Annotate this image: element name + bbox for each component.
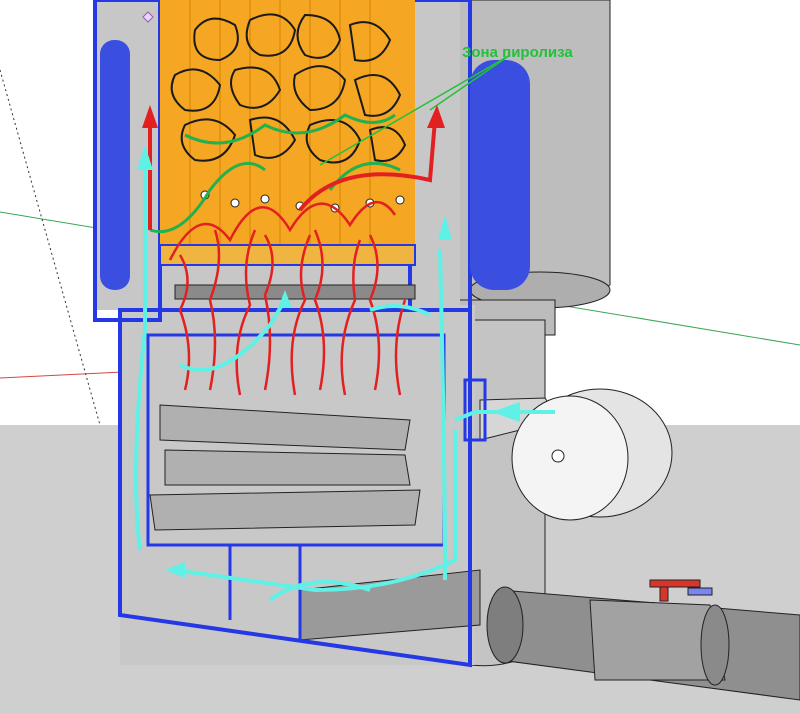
valve-stem: [659, 586, 669, 602]
blower-hub: [551, 449, 565, 463]
valve-handle: [649, 579, 701, 588]
right-insulation-channel: [470, 60, 530, 290]
lower-logs: [149, 404, 421, 531]
diagram-stage: Зона пиролиза: [0, 0, 800, 714]
blower-housing-face: [511, 395, 629, 521]
left-insulation-channel: [100, 40, 130, 290]
stove-cutaway-diagram: Зона пиролиза: [0, 0, 800, 714]
pyrolysis-zone-label: Зона пиролиза: [462, 44, 573, 61]
pipe-coupling-rim: [700, 604, 730, 686]
valve-body: [687, 587, 713, 596]
outlet-pipe-end: [486, 586, 524, 664]
